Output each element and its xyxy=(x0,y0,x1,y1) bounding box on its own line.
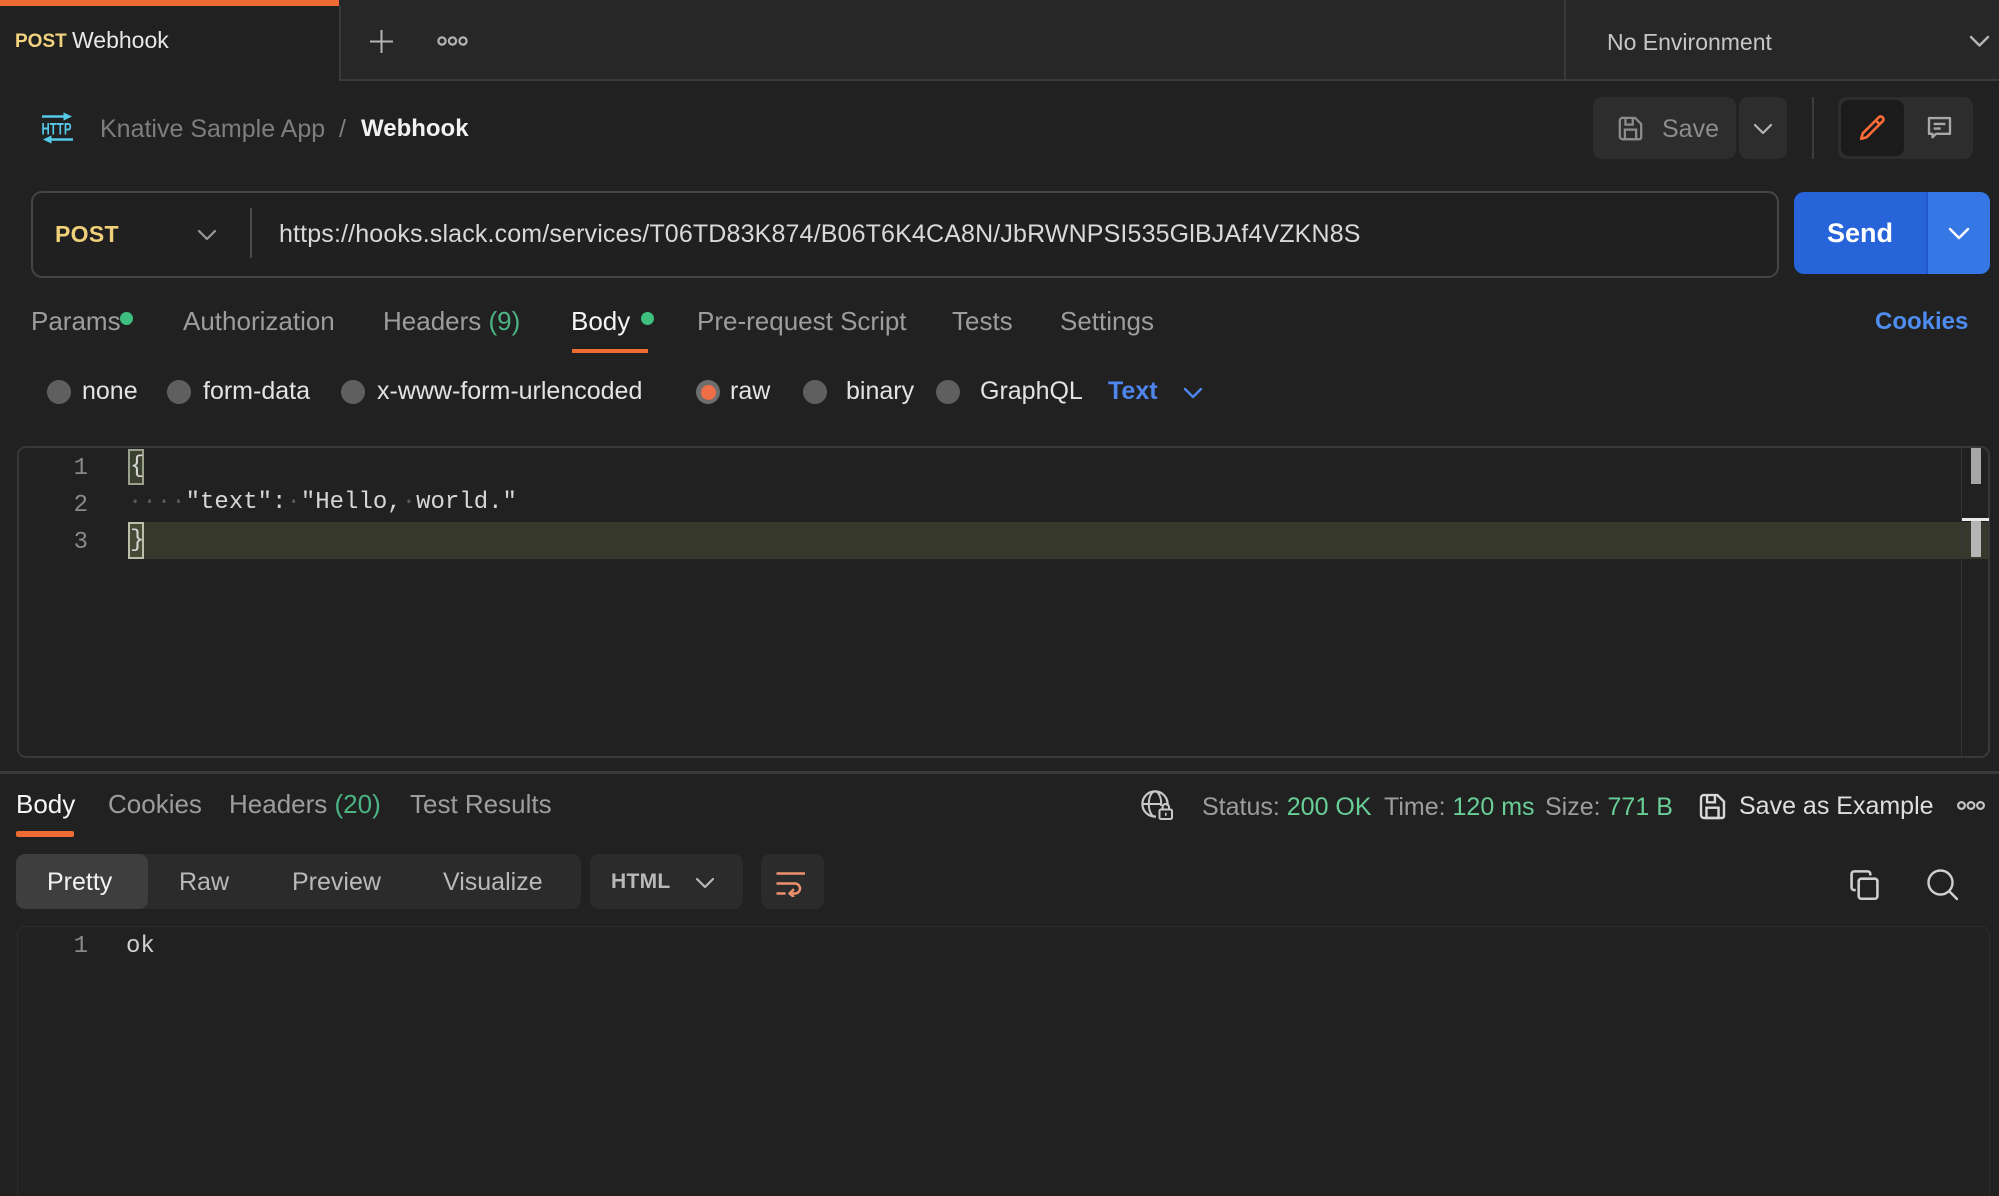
svg-text:HTTP: HTTP xyxy=(42,121,72,139)
